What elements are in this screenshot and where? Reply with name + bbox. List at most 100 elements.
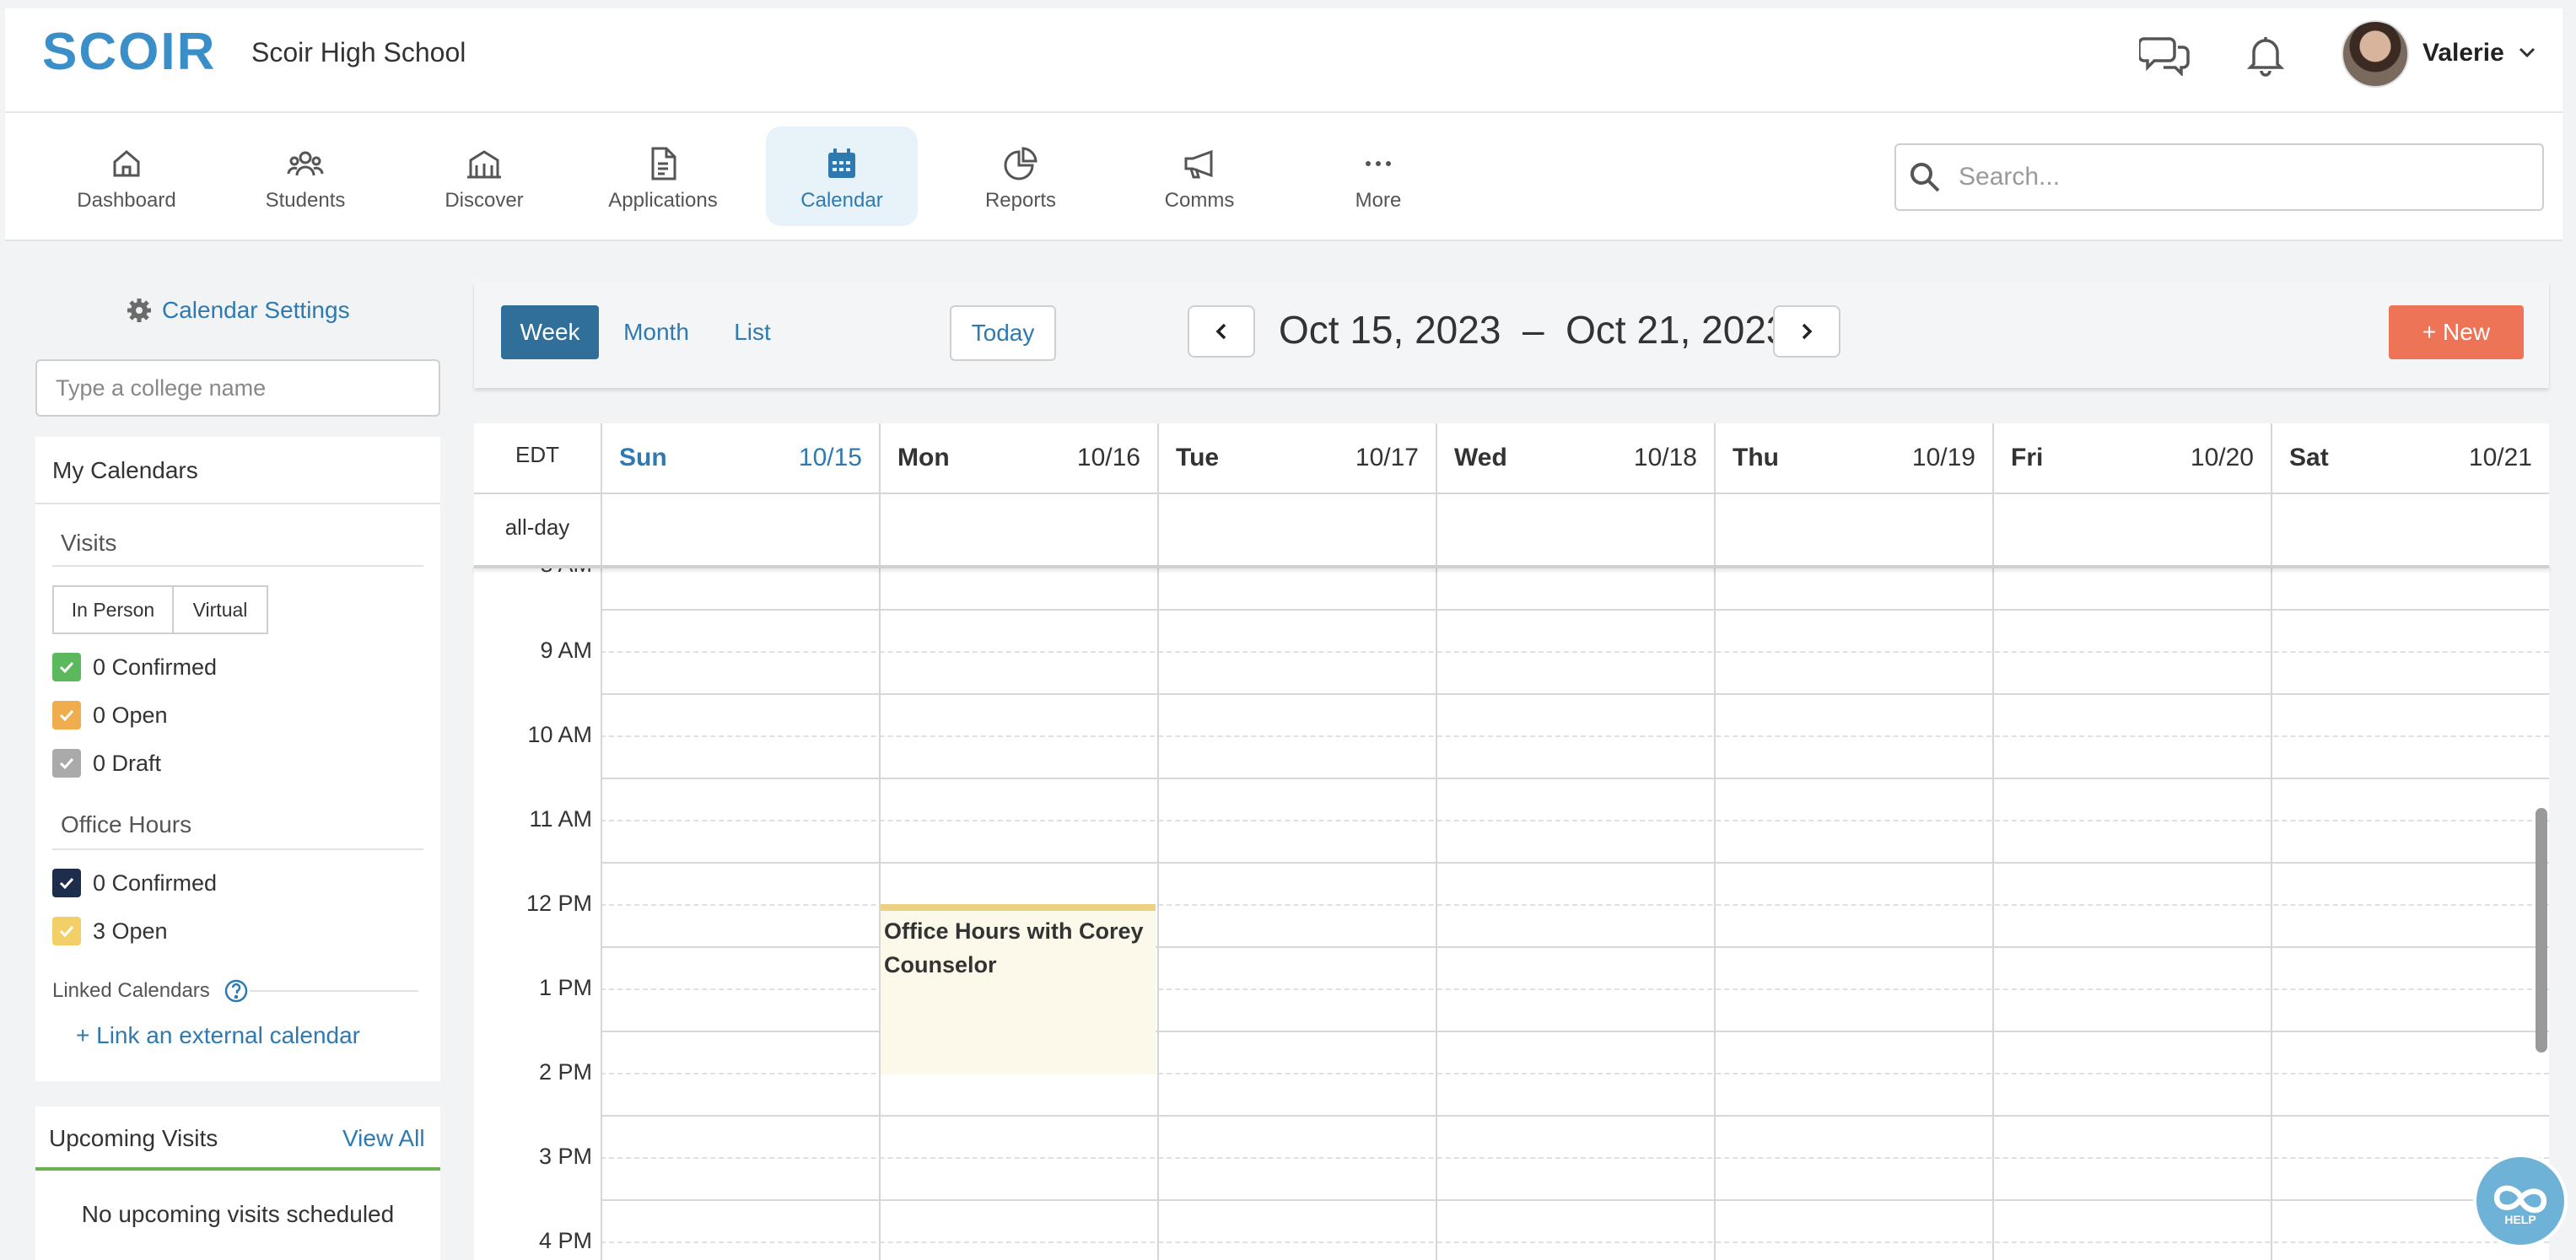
day-header-fri[interactable]: Fri 10/20 — [1994, 423, 2272, 494]
nav-comms[interactable]: Comms — [1124, 127, 1275, 226]
time-label: 2 PM — [538, 1059, 592, 1085]
infinity-icon — [2493, 1185, 2547, 1214]
hour-line — [601, 609, 2549, 611]
nav-calendar[interactable]: Calendar — [766, 127, 918, 226]
bell-icon[interactable] — [2242, 30, 2289, 78]
in-person-toggle[interactable]: In Person — [52, 585, 174, 634]
day-date: 10/18 — [1633, 444, 1697, 471]
my-calendars-title: My Calendars — [52, 457, 198, 483]
scrollbar[interactable] — [2536, 808, 2547, 1053]
nav-reports[interactable]: Reports — [945, 127, 1097, 226]
nav-dashboard[interactable]: Dashboard — [51, 127, 202, 226]
avatar[interactable] — [2342, 20, 2409, 88]
nav-applications[interactable]: Applications — [587, 127, 739, 226]
day-header-sun[interactable]: Sun 10/15 — [602, 423, 881, 494]
document-icon — [651, 147, 676, 180]
divider — [52, 848, 423, 850]
hour-line — [601, 778, 2549, 779]
half-hour-line — [601, 1157, 2549, 1159]
day-date: 10/19 — [1911, 444, 1975, 471]
filter-label: 3 Open — [93, 918, 168, 944]
previous-week-button[interactable] — [1188, 305, 1255, 358]
day-name: Fri — [2011, 444, 2044, 471]
view-all-link[interactable]: View All — [342, 1125, 425, 1152]
chevron-down-icon[interactable] — [2515, 40, 2539, 64]
column-line — [1714, 423, 1716, 1260]
day-name: Thu — [1733, 444, 1779, 471]
new-event-button[interactable]: + New — [2389, 305, 2524, 359]
chevron-left-icon — [1215, 323, 1226, 340]
today-button[interactable]: Today — [950, 305, 1056, 361]
time-label: 11 AM — [529, 806, 592, 832]
week-view-button[interactable]: Week — [501, 305, 599, 359]
time-grid[interactable] — [474, 567, 2549, 1260]
visits-open-filter[interactable]: 0 Open — [52, 701, 168, 730]
virtual-toggle[interactable]: Virtual — [172, 585, 268, 634]
help-circle-icon[interactable] — [224, 978, 249, 1004]
day-header-wed[interactable]: Wed 10/18 — [1437, 423, 1716, 494]
time-label: 9 AM — [540, 638, 592, 663]
divider — [250, 990, 418, 992]
hour-line — [601, 693, 2549, 695]
no-visits-message: No upcoming visits scheduled — [81, 1201, 395, 1227]
filter-label: 0 Draft — [93, 750, 162, 776]
checkbox-checked-icon[interactable] — [52, 917, 81, 945]
college-search-input[interactable] — [35, 359, 440, 417]
column-line — [879, 423, 881, 1260]
month-view-button[interactable]: Month — [611, 305, 702, 359]
column-line — [1436, 423, 1437, 1260]
user-name[interactable]: Valerie — [2422, 39, 2504, 67]
day-header-tue[interactable]: Tue 10/17 — [1159, 423, 1437, 494]
users-icon — [287, 151, 324, 176]
day-date: 10/15 — [798, 444, 862, 471]
search-input[interactable] — [1959, 148, 2532, 206]
time-label: 3 PM — [538, 1144, 592, 1169]
half-hour-line — [601, 651, 2549, 653]
day-name: Sat — [2289, 444, 2329, 471]
event-title: Office Hours with Corey Counselor — [884, 918, 1144, 977]
hour-line — [601, 862, 2549, 864]
checkbox-checked-icon[interactable] — [52, 653, 81, 681]
office-hours-confirmed-filter[interactable]: 0 Confirmed — [52, 869, 217, 897]
time-label: 10 AM — [527, 722, 592, 747]
scoir-logo[interactable]: SCOIR — [42, 22, 216, 82]
time-label: 4 PM — [538, 1228, 592, 1253]
upcoming-visits-title: Upcoming Visits — [49, 1125, 218, 1151]
checkbox-checked-icon[interactable] — [52, 869, 81, 897]
pie-chart-icon — [1004, 147, 1037, 180]
time-label: 12 PM — [525, 891, 592, 916]
half-hour-line — [601, 820, 2549, 821]
nav-more[interactable]: More — [1302, 127, 1454, 226]
date-range-title: Oct 15, 2023 – Oct 21, 2023 — [1279, 308, 1788, 352]
half-hour-line — [601, 1241, 2549, 1243]
checkbox-checked-icon[interactable] — [52, 749, 81, 778]
day-header-thu[interactable]: Thu 10/19 — [1716, 423, 1994, 494]
nav-label: Comms — [1164, 189, 1235, 212]
column-line — [1992, 423, 1994, 1260]
filter-label: 0 Confirmed — [93, 870, 218, 896]
visits-draft-filter[interactable]: 0 Draft — [52, 749, 161, 778]
nav-label: Students — [265, 189, 346, 212]
half-hour-line — [601, 735, 2549, 737]
nav-students[interactable]: Students — [229, 127, 381, 226]
column-line — [1157, 423, 1159, 1260]
help-button[interactable] — [2473, 1154, 2568, 1248]
day-name: Wed — [1454, 444, 1507, 471]
nav-label: Reports — [984, 189, 1057, 212]
nav-discover[interactable]: Discover — [408, 127, 560, 226]
next-week-button[interactable] — [1773, 305, 1840, 358]
day-header-sat[interactable]: Sat 10/21 — [2272, 423, 2551, 494]
checkbox-checked-icon[interactable] — [52, 701, 81, 730]
visits-confirmed-filter[interactable]: 0 Confirmed — [52, 653, 217, 681]
nav-label: Calendar — [800, 189, 883, 212]
list-view-button[interactable]: List — [719, 305, 786, 359]
link-external-calendar[interactable]: + Link an external calendar — [76, 1022, 360, 1049]
chat-icon[interactable] — [2137, 32, 2190, 78]
megaphone-icon — [1184, 149, 1213, 179]
calendar-settings-link[interactable]: Calendar Settings — [127, 297, 350, 324]
day-header-mon[interactable]: Mon 10/16 — [881, 423, 1159, 494]
search-icon — [1908, 160, 1942, 194]
office-hours-open-filter[interactable]: 3 Open — [52, 917, 168, 945]
linked-calendars-label: Linked Calendars — [52, 979, 210, 1002]
chevron-right-icon — [1802, 323, 1813, 340]
